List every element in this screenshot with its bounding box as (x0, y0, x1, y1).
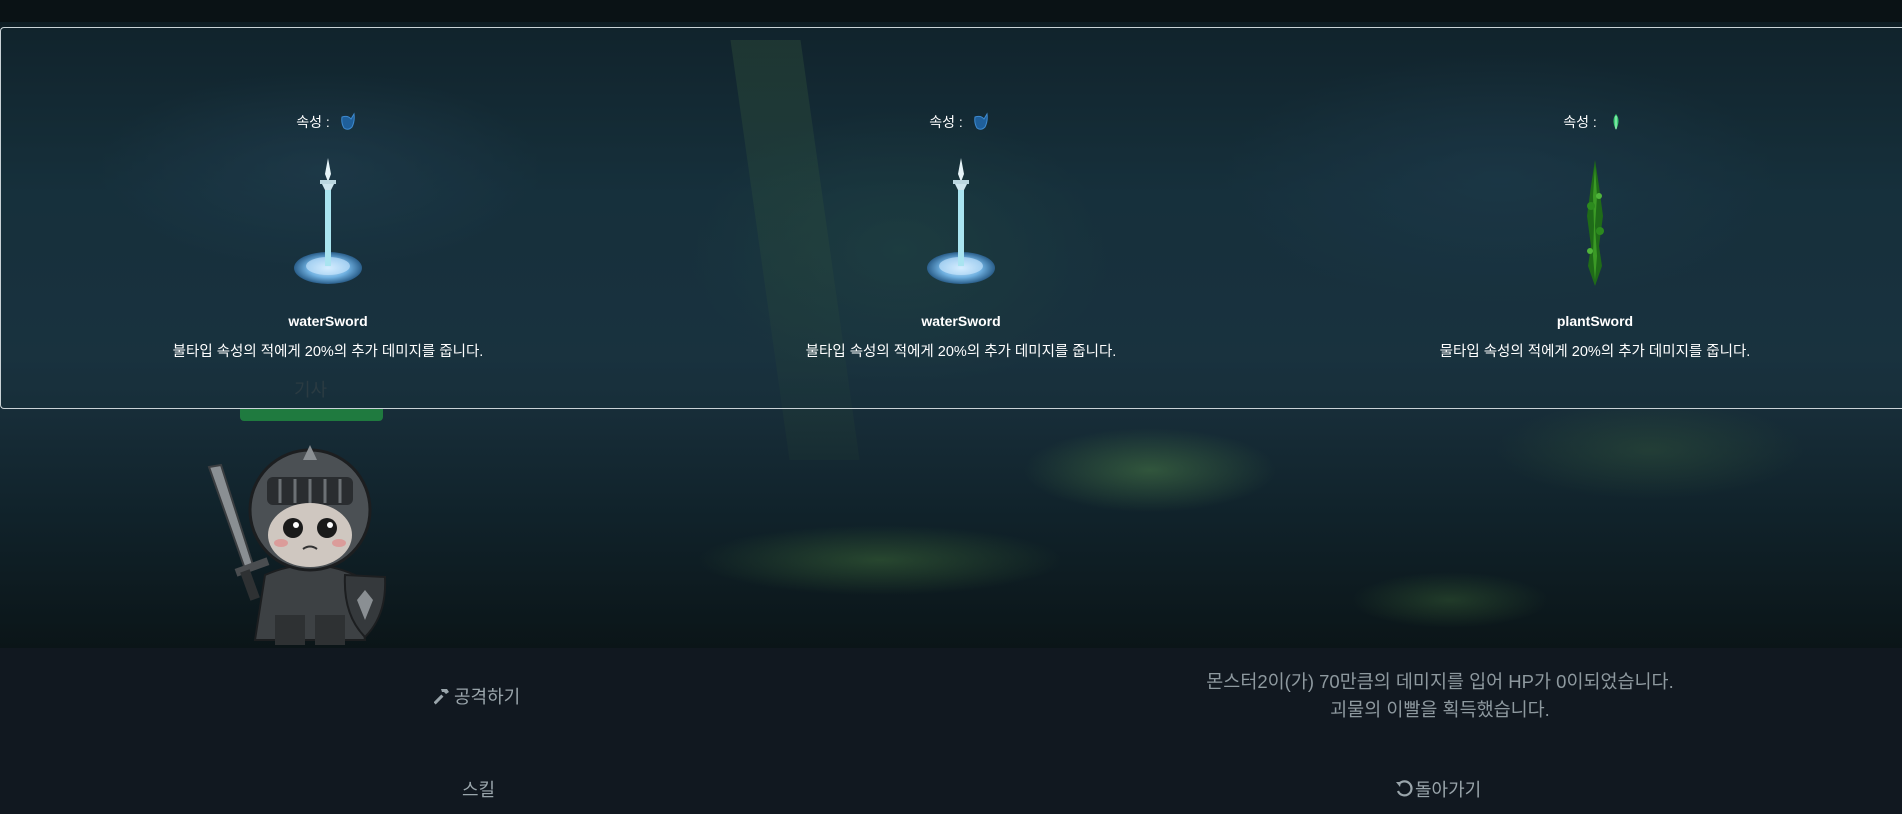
water-drop-icon (973, 112, 988, 130)
item-description: 물타입 속성의 적에게 20%의 추가 데미지를 줍니다. (1439, 344, 1751, 360)
equipment-card-water-sword[interactable]: 속성 : waterSword 불타입 속성의 적에게 20%의 추가 데미지를… (751, 28, 1171, 408)
attribute-label: 속성 : (929, 114, 963, 130)
attribute-label: 속성 : (1563, 114, 1597, 130)
water-sword-image (294, 158, 362, 284)
top-bar (0, 0, 1902, 22)
player-hp-bar (240, 409, 383, 421)
equipment-card-water-sword[interactable]: 속성 : waterSword 불타입 속성의 적에게 20%의 추가 데미지를… (118, 28, 538, 408)
skill-button[interactable]: 스킬 (462, 776, 495, 802)
attribute-row: 속성 : (118, 111, 538, 133)
back-button[interactable]: 돌아가기 (1395, 776, 1481, 802)
hammer-icon (433, 689, 449, 705)
attack-button-label: 공격하기 (454, 687, 521, 707)
item-name: waterSword (288, 313, 368, 329)
knight-character (207, 445, 387, 645)
attribute-row: 속성 : (751, 111, 1171, 133)
water-sword-image (927, 158, 995, 284)
skill-button-label: 스킬 (462, 780, 496, 800)
undo-icon (1396, 780, 1413, 797)
item-description: 불타입 속성의 적에게 20%의 추가 데미지를 줍니다. (805, 344, 1117, 360)
item-name: waterSword (921, 313, 1001, 329)
equipment-card-plant-sword[interactable]: 속성 : plantSword 물타입 속성의 적에게 20%의 추가 데미지를… (1385, 28, 1805, 408)
leaf-icon (1613, 114, 1619, 130)
item-name: plantSword (1556, 313, 1634, 329)
water-drop-icon (340, 112, 355, 130)
plant-sword-image (1587, 160, 1604, 286)
player-class-label: 기사 (294, 380, 328, 400)
attribute-label: 속성 : (296, 114, 330, 130)
item-description: 불타입 속성의 적에게 20%의 추가 데미지를 줍니다. (172, 344, 484, 360)
attribute-row: 속성 : (1385, 111, 1805, 133)
attack-button[interactable]: 공격하기 (433, 683, 521, 709)
back-button-label: 돌아가기 (1415, 780, 1482, 800)
equipment-panel: 속성 : waterSword 불타입 속성의 적에게 20%의 추가 데미지를… (0, 27, 1902, 409)
battle-log-message: 몬스터2이(가) 70만큼의 데미지를 입어 HP가 0이되었습니다. 괴물의 … (1206, 671, 1674, 720)
